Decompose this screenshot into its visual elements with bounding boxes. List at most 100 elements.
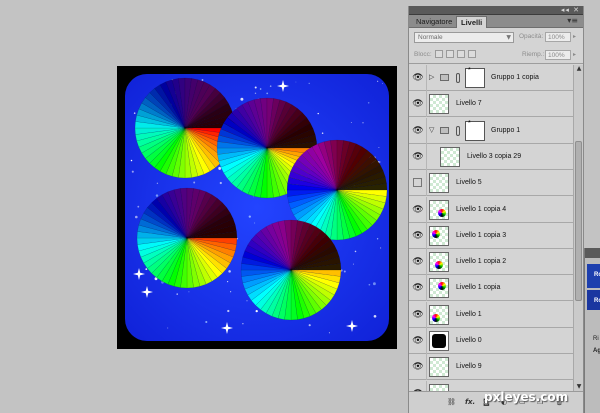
sparkle bbox=[193, 181, 196, 184]
opacity-arrow-icon[interactable]: ▸ bbox=[573, 33, 576, 40]
color-wheel bbox=[136, 187, 238, 289]
layer-name[interactable]: Livello 1 copia 3 bbox=[456, 223, 506, 249]
row-divider bbox=[426, 91, 427, 117]
layer-row[interactable]: 👁 Livello 1 bbox=[409, 302, 573, 328]
scroll-thumb[interactable] bbox=[575, 141, 582, 301]
group-expand-icon[interactable]: ▽ bbox=[429, 126, 434, 134]
layer-row[interactable]: 👁 Livello 1 copia 2 bbox=[409, 249, 573, 275]
sparkle bbox=[382, 83, 384, 85]
sparkle bbox=[248, 215, 251, 218]
layer-name[interactable]: Livello 1 bbox=[456, 302, 482, 328]
layer-mask-thumbnail[interactable] bbox=[465, 120, 485, 141]
visibility-eye-icon[interactable]: 👁 bbox=[411, 336, 425, 346]
lock-pixels-icon[interactable] bbox=[446, 50, 454, 58]
fill-arrow-icon[interactable]: ▸ bbox=[573, 51, 576, 58]
layer-thumbnail[interactable] bbox=[429, 252, 449, 272]
layer-row[interactable]: 👁 Livello 1 copia 3 bbox=[409, 223, 573, 249]
visibility-eye-icon[interactable]: 👁 bbox=[411, 73, 425, 83]
layer-name[interactable]: Livello 1 copia 4 bbox=[456, 197, 506, 223]
layer-row[interactable]: 👁 Livello 0 bbox=[409, 328, 573, 354]
layer-thumbnail[interactable] bbox=[429, 384, 449, 391]
layer-thumbnail[interactable] bbox=[429, 278, 449, 298]
chevron-down-icon: ▼ bbox=[506, 34, 511, 41]
lock-position-icon[interactable] bbox=[457, 50, 465, 58]
link-icon[interactable]: ⛓ bbox=[447, 398, 456, 406]
secondary-label-2: Ag bbox=[593, 348, 600, 354]
artwork-svg bbox=[125, 74, 389, 341]
layer-row[interactable]: 👁 Livello 9 bbox=[409, 354, 573, 380]
lock-transparency-icon[interactable] bbox=[435, 50, 443, 58]
panel-title-bar[interactable]: ◂◂ ✕ bbox=[409, 6, 583, 15]
watermark: pxleyes.com bbox=[484, 390, 569, 404]
layer-name[interactable]: Livello 3 copia 29 bbox=[467, 144, 521, 170]
visibility-eye-icon[interactable]: 👁 bbox=[411, 310, 425, 320]
sparkle bbox=[145, 268, 148, 270]
layer-row[interactable]: Livello 5 bbox=[409, 170, 573, 196]
layer-thumbnail[interactable] bbox=[429, 94, 449, 114]
layer-thumbnail[interactable] bbox=[429, 200, 449, 220]
layer-name[interactable]: Livello 1 copia 2 bbox=[456, 249, 506, 275]
sparkle bbox=[242, 323, 244, 325]
layer-thumbnail[interactable] bbox=[429, 305, 449, 325]
sparkle bbox=[176, 293, 178, 295]
visibility-eye-icon[interactable]: 👁 bbox=[411, 257, 425, 267]
blend-mode-value: Normale bbox=[418, 34, 443, 41]
sparkle bbox=[253, 196, 255, 198]
layer-row[interactable]: 👁 Livello 1 copia 4 bbox=[409, 197, 573, 223]
row-divider bbox=[426, 381, 427, 391]
tab-navigator[interactable]: Navigatore bbox=[412, 16, 456, 28]
layer-thumbnail[interactable] bbox=[429, 173, 449, 193]
layer-name[interactable]: Livello 9 bbox=[456, 354, 482, 380]
blend-mode-select[interactable]: Normale ▼ bbox=[414, 32, 514, 43]
layer-thumbnail[interactable] bbox=[429, 226, 449, 246]
layer-row[interactable]: 👁 ▽ Gruppo 1 bbox=[409, 118, 573, 144]
visibility-eye-icon[interactable]: 👁 bbox=[411, 205, 425, 215]
secondary-panel-title-bar[interactable] bbox=[585, 248, 600, 258]
visibility-eye-icon[interactable]: 👁 bbox=[411, 283, 425, 293]
visibility-eye-icon[interactable]: 👁 bbox=[411, 126, 425, 136]
preset-label-1: Ro bbox=[594, 272, 600, 278]
scroll-up-icon[interactable]: ▲ bbox=[574, 65, 584, 73]
scroll-down-icon[interactable]: ▼ bbox=[574, 383, 584, 391]
fill-label: Riemp.: bbox=[522, 51, 545, 58]
link-icon[interactable] bbox=[456, 73, 460, 83]
panel-collapse-icon[interactable]: ◂◂ ✕ bbox=[561, 7, 580, 14]
layer-thumbnail[interactable] bbox=[440, 147, 460, 167]
layer-name[interactable]: Gruppo 1 bbox=[491, 118, 520, 144]
sparkle bbox=[269, 85, 272, 87]
sparkle bbox=[317, 112, 319, 115]
layer-row[interactable]: 👁 Livello 7 bbox=[409, 91, 573, 117]
layer-name[interactable]: Livello 1 copia bbox=[456, 275, 500, 301]
sparkle bbox=[372, 282, 376, 286]
lock-all-icon[interactable] bbox=[468, 50, 476, 58]
sparkle bbox=[367, 102, 370, 104]
visibility-eye-icon[interactable] bbox=[413, 178, 422, 187]
visibility-eye-icon[interactable]: 👁 bbox=[411, 152, 425, 162]
layer-list-scrollbar[interactable]: ▲ ▼ bbox=[573, 65, 583, 391]
sparkle bbox=[228, 270, 231, 273]
layer-name[interactable]: Livello 5 bbox=[456, 170, 482, 196]
panel-menu-icon[interactable]: ▾≡ bbox=[567, 16, 578, 25]
layer-row[interactable]: 👁 ▷ Gruppo 1 copia bbox=[409, 65, 573, 91]
layer-row[interactable]: 👁 Livello 3 copia 29 bbox=[409, 144, 573, 170]
visibility-eye-icon[interactable]: 👁 bbox=[411, 362, 425, 372]
sparkle bbox=[227, 281, 229, 283]
layer-mask-thumbnail[interactable] bbox=[465, 67, 485, 88]
row-divider bbox=[426, 197, 427, 223]
link-icon[interactable] bbox=[456, 126, 460, 136]
visibility-eye-icon[interactable]: 👁 bbox=[411, 99, 425, 109]
visibility-eye-icon[interactable]: 👁 bbox=[411, 231, 425, 241]
fx-icon[interactable]: fx. bbox=[465, 398, 475, 406]
layer-thumbnail[interactable] bbox=[429, 331, 449, 351]
layer-name[interactable]: Livello 0 bbox=[456, 328, 482, 354]
layer-list: 👁 ▷ Gruppo 1 copia 👁 Livello 7 👁 ▽ Gruppo 1 👁 Liv… bbox=[409, 65, 573, 391]
layer-row[interactable]: 👁 Livello 1 copia bbox=[409, 275, 573, 301]
tab-layers[interactable]: Livelli bbox=[456, 16, 488, 28]
layer-name[interactable]: Livello 7 bbox=[456, 91, 482, 117]
opacity-field[interactable]: 100% bbox=[545, 32, 571, 42]
row-divider bbox=[426, 302, 427, 328]
fill-field[interactable]: 100% bbox=[545, 50, 571, 60]
layer-name[interactable]: Gruppo 1 copia bbox=[491, 65, 539, 91]
group-expand-icon[interactable]: ▷ bbox=[429, 73, 434, 81]
layer-thumbnail[interactable] bbox=[429, 357, 449, 377]
